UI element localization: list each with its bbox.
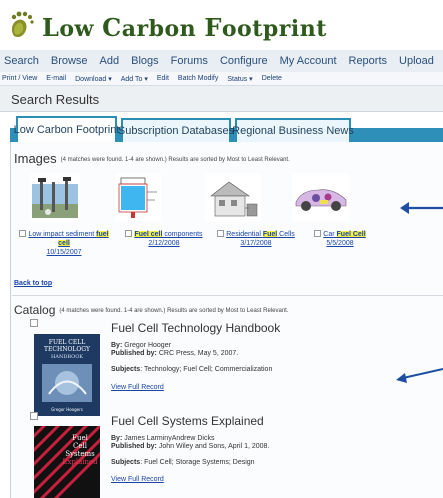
menu-forums[interactable]: Forums — [171, 55, 208, 67]
record-publisher: Published by: John Wiley and Sons, April… — [111, 443, 270, 450]
record-subjects: Subjects: Fuel Cell; Storage Systems; De… — [111, 459, 255, 466]
delete-button[interactable]: Delete — [262, 75, 282, 82]
images-section-title: Images (4 matches were found. 1-4 are sho… — [14, 151, 290, 166]
results-header: Search Results — [0, 86, 443, 112]
book-cover-fuel-cell-systems-explained[interactable]: Fuel Cell Systems Explained — [34, 426, 100, 498]
cover-text: Cell — [73, 442, 88, 450]
image-result-1: Low impact sediment fuel cell 10/15/2007 — [14, 230, 114, 257]
record-checkbox[interactable] — [30, 412, 38, 420]
record-title[interactable]: Fuel Cell Systems Explained — [111, 414, 264, 428]
menu-add[interactable]: Add — [100, 55, 120, 67]
record-author: By: James LarminyAndrew Dicks — [111, 435, 215, 442]
select-checkbox[interactable] — [314, 230, 322, 237]
menu-blogs[interactable]: Blogs — [131, 55, 159, 67]
images-result-note: (4 matches were found. 1-4 are shown.) R… — [60, 156, 290, 163]
menu-my-account[interactable]: My Account — [280, 55, 337, 67]
header: Low Carbon Footprint — [0, 0, 443, 50]
select-checkbox[interactable] — [125, 230, 133, 237]
record-publisher: Published by: CRC Press, May 5, 2007. — [111, 350, 239, 357]
footprint-logo-icon — [11, 11, 34, 38]
brand-name: Low Carbon Footprint — [42, 13, 327, 42]
tab-subscription-databases[interactable]: Subscription Databases — [118, 118, 234, 142]
book-cover-fuel-cell-technology-handbook[interactable]: FUEL CELL TECHNOLOGY HANDBOOK Gregor Hoo… — [34, 334, 100, 416]
section-divider — [12, 295, 443, 296]
annotation-arrow-icon — [396, 368, 443, 383]
tab-low-carbon-footprint[interactable]: Low Carbon Footprint — [14, 116, 119, 142]
record-author: By: Gregor Hooger — [111, 342, 171, 349]
record-subjects: Subjects: Technology; Fuel Cell; Commerc… — [111, 366, 273, 373]
view-full-record-link[interactable]: View Full Record — [111, 384, 164, 391]
image-date-1[interactable]: 10/15/2007 — [46, 249, 81, 256]
download-dropdown[interactable]: Download ▾ — [75, 75, 112, 83]
print-view-button[interactable]: Print / View — [2, 75, 37, 82]
back-to-top-link[interactable]: Back to top — [14, 280, 52, 287]
image-link-2[interactable]: Fuel cell components — [134, 231, 203, 238]
image-date-3[interactable]: 3/17/2008 — [240, 240, 271, 247]
image-thumb-components[interactable] — [115, 174, 161, 222]
image-thumb-residential[interactable] — [205, 174, 261, 222]
action-toolbar: Print / View E-mail Download ▾ Add To ▾ … — [0, 72, 443, 86]
catalog-result-note: (4 matches were found. 1-4 are shown.) R… — [59, 307, 289, 314]
image-date-4[interactable]: 5/5/2008 — [326, 240, 353, 247]
select-checkbox[interactable] — [217, 230, 225, 237]
page-title: Search Results — [11, 92, 100, 107]
batch-modify-button[interactable]: Batch Modify — [178, 75, 218, 82]
image-result-2: Fuel cell components 2/12/2008 — [112, 230, 216, 248]
cover-text: Explained — [62, 458, 98, 466]
record-checkbox[interactable] — [30, 319, 38, 327]
status-dropdown[interactable]: Status ▾ — [227, 75, 252, 83]
cover-text: FUEL CELL — [49, 339, 85, 346]
tab-regional-business-news[interactable]: Regional Business News — [232, 118, 354, 142]
image-thumb-sediment[interactable] — [30, 174, 80, 222]
image-link-1[interactable]: Low impact sediment fuel cell — [28, 231, 109, 247]
menu-configure[interactable]: Configure — [220, 55, 268, 67]
image-thumb-car[interactable] — [292, 174, 350, 222]
select-checkbox[interactable] — [19, 230, 27, 237]
menu-upload[interactable]: Upload — [399, 55, 434, 67]
image-link-3[interactable]: Residential Fuel Cells — [226, 231, 295, 238]
image-link-4[interactable]: Car Fuel Cell — [323, 231, 366, 238]
cover-text: HANDBOOK — [51, 354, 83, 360]
annotation-arrow-icon — [400, 202, 443, 214]
catalog-section-title: Catalog (4 matches were found. 1-4 are sh… — [14, 303, 289, 317]
email-button[interactable]: E-mail — [46, 75, 66, 82]
menu-search[interactable]: Search — [4, 55, 39, 67]
image-result-3: Residential Fuel Cells 3/17/2008 — [208, 230, 304, 248]
image-result-4: Car Fuel Cell 5/5/2008 — [300, 230, 380, 248]
record-title[interactable]: Fuel Cell Technology Handbook — [111, 321, 280, 335]
cover-text: Gregor Hoogers — [51, 407, 83, 412]
edit-button[interactable]: Edit — [157, 75, 169, 82]
cover-text: Systems — [65, 450, 95, 458]
menu-reports[interactable]: Reports — [349, 55, 388, 67]
main-menu: Search Browse Add Blogs Forums Configure… — [0, 50, 443, 72]
view-full-record-link[interactable]: View Full Record — [111, 476, 164, 483]
menu-browse[interactable]: Browse — [51, 55, 88, 67]
cover-text: TECHNOLOGY — [44, 346, 91, 353]
cover-text: Fuel — [72, 434, 89, 442]
add-to-dropdown[interactable]: Add To ▾ — [121, 75, 148, 83]
image-date-2[interactable]: 2/12/2008 — [148, 240, 179, 247]
